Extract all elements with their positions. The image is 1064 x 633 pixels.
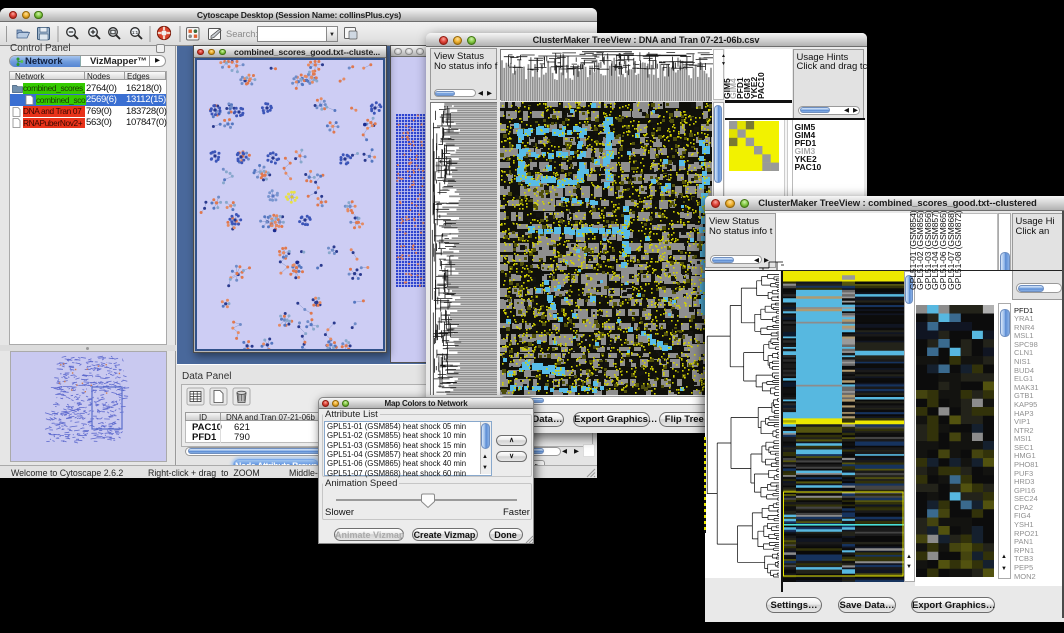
svg-text:Search:: Search: [226, 29, 258, 39]
svg-text:1:1: 1:1 [132, 30, 139, 35]
